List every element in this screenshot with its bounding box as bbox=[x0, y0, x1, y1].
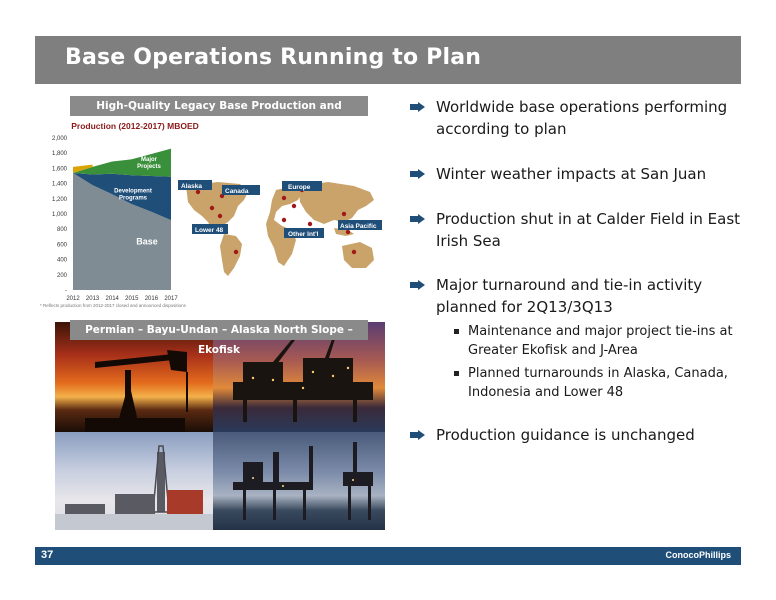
photos-panel-header: Permian – Bayu-Undan – Alaska North Slop… bbox=[70, 320, 368, 356]
map-label-asia-pacific: Asia Pacific bbox=[340, 223, 377, 230]
map-label-other-intl: Other Int'l bbox=[288, 231, 319, 238]
y-tick-label: - bbox=[65, 288, 67, 294]
map-label-canada: Canada bbox=[225, 188, 249, 195]
y-tick-label: 200 bbox=[57, 273, 68, 279]
arrow-bullet-icon bbox=[410, 169, 425, 179]
chart-footnote: * Reflects production from 2012-2017 clo… bbox=[40, 303, 186, 308]
sub-bullet-text: Maintenance and major project tie-ins at… bbox=[468, 324, 733, 358]
bullet-text: Major turnaround and tie-in activity pla… bbox=[436, 276, 703, 316]
map-label-lower-48: Lower 48 bbox=[195, 227, 224, 234]
map-label-alaska: Alaska bbox=[181, 183, 202, 190]
x-tick-label: 2016 bbox=[145, 296, 159, 302]
x-tick-label: 2012 bbox=[66, 296, 80, 302]
footer-bar: 37 ConocoPhillips bbox=[35, 547, 741, 565]
y-tick-label: 800 bbox=[57, 227, 68, 233]
page-title: Base Operations Running to Plan bbox=[65, 45, 482, 70]
y-tick-label: 600 bbox=[57, 242, 68, 248]
square-bullet-icon bbox=[454, 371, 459, 376]
company-logo: ConocoPhillips bbox=[665, 550, 731, 560]
sub-bullet-text: Planned turnarounds in Alaska, Canada, I… bbox=[468, 366, 728, 400]
arrow-bullet-icon bbox=[410, 430, 425, 440]
y-tick-label: 1,600 bbox=[52, 166, 68, 172]
south-america-shape bbox=[220, 234, 242, 276]
bullet-text: Production shut in at Calder Field in Ea… bbox=[436, 210, 741, 250]
page-number: 37 bbox=[41, 549, 54, 561]
x-tick-label: 2015 bbox=[125, 296, 139, 302]
arrow-bullet-icon bbox=[410, 214, 425, 224]
series-label: Development bbox=[114, 189, 152, 195]
series-label: Projects bbox=[137, 164, 161, 170]
y-tick-label: 1,200 bbox=[52, 197, 68, 203]
bullet-text: Winter weather impacts at San Juan bbox=[436, 165, 707, 183]
series-label: Base bbox=[136, 236, 158, 246]
x-tick-label: 2013 bbox=[86, 296, 100, 302]
y-tick-label: 400 bbox=[57, 258, 68, 264]
world-map: Alaska Canada Europe Lower 48 Other Int'… bbox=[178, 180, 382, 276]
map-label-europe: Europe bbox=[288, 184, 311, 191]
drilling-rig-silhouette bbox=[55, 445, 213, 530]
bullet-text: Worldwide base operations performing acc… bbox=[436, 98, 728, 138]
y-tick-label: 2,000 bbox=[52, 136, 68, 142]
photo-ekofisk-platform bbox=[213, 432, 385, 530]
series-label: Major bbox=[141, 157, 158, 163]
chart-title: Production (2012-2017) MBOED bbox=[71, 121, 199, 131]
x-tick-label: 2017 bbox=[164, 296, 178, 302]
photo-alaska-north-slope bbox=[55, 432, 213, 530]
offshore-platform-silhouette bbox=[233, 442, 373, 520]
arrow-bullet-icon bbox=[410, 102, 425, 112]
y-tick-label: 1,000 bbox=[52, 212, 68, 218]
y-tick-label: 1,800 bbox=[52, 151, 68, 157]
y-tick-label: 1,400 bbox=[52, 182, 68, 188]
chart-panel-header: High-Quality Legacy Base Production and … bbox=[70, 96, 368, 132]
bullet-text: Production guidance is unchanged bbox=[436, 426, 695, 444]
arrow-bullet-icon bbox=[410, 280, 425, 290]
title-bar: Base Operations Running to Plan bbox=[35, 36, 741, 84]
series-label: Programs bbox=[119, 196, 148, 202]
australia-shape bbox=[342, 242, 374, 268]
x-tick-label: 2014 bbox=[106, 296, 120, 302]
square-bullet-icon bbox=[454, 329, 459, 334]
